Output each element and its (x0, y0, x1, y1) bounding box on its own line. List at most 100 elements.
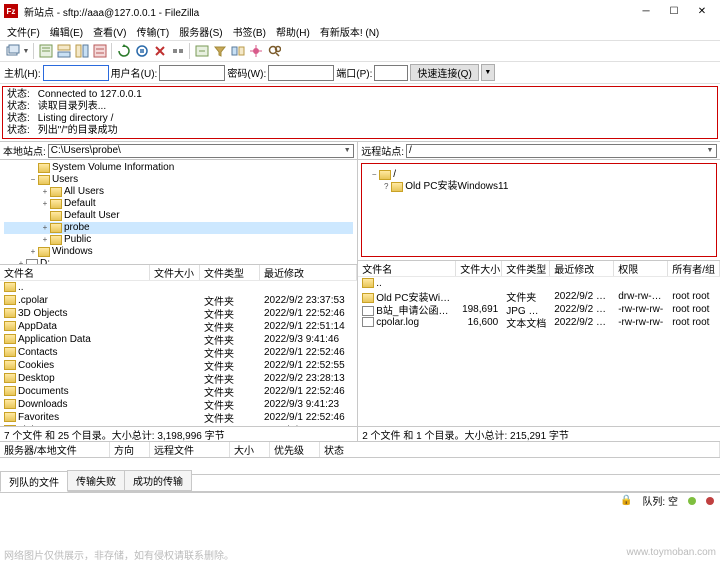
tree-node[interactable]: +Windows (4, 246, 353, 258)
menu-help[interactable]: 帮助(H) (273, 23, 313, 40)
port-label: 端口(P): (336, 65, 372, 80)
local-list[interactable]: ...cpolar文件夹2022/9/2 23:37:533D Objects文… (0, 281, 357, 426)
col-size[interactable]: 文件大小 (456, 261, 502, 276)
qcol-server[interactable]: 服务器/本地文件 (0, 442, 110, 457)
local-list-header: 文件名 文件大小 文件类型 最近修改 (0, 264, 357, 281)
col-type[interactable]: 文件类型 (502, 261, 550, 276)
local-path-combo[interactable]: C:\Users\probe\▼ (48, 144, 354, 158)
toggle-remotetree-icon[interactable] (73, 43, 90, 60)
col-name[interactable]: 文件名 (0, 265, 150, 280)
list-item[interactable]: AppData文件夹2022/9/1 22:51:14 (0, 320, 357, 333)
local-tree[interactable]: System Volume Information−Users+All User… (0, 160, 357, 264)
user-input[interactable] (159, 65, 225, 81)
menu-bookmarks[interactable]: 书签(B) (230, 23, 269, 40)
quickconnect-button[interactable]: 快速连接(Q) (410, 64, 478, 81)
tree-node[interactable]: ?Old PC安装Windows11 (369, 181, 709, 193)
app-logo-icon: Fz (4, 4, 18, 18)
col-mtime[interactable]: 最近修改 (260, 265, 357, 280)
log-line: 读取目录列表... (38, 101, 106, 112)
qcol-prio[interactable]: 优先级 (270, 442, 320, 457)
toggle-localtree-icon[interactable] (55, 43, 72, 60)
queue-footer: 队列: 空 (642, 493, 678, 508)
tab-failed[interactable]: 传输失败 (67, 470, 125, 491)
qcol-size[interactable]: 大小 (230, 442, 270, 457)
search-icon[interactable] (265, 43, 282, 60)
host-input[interactable] (43, 65, 109, 81)
remote-tree[interactable]: −/?Old PC安装Windows11 (365, 167, 713, 195)
list-item[interactable]: 3D Objects文件夹2022/9/1 22:52:46 (0, 307, 357, 320)
chevron-down-icon[interactable]: ▼ (704, 147, 716, 154)
refresh-icon[interactable] (115, 43, 132, 60)
filter-icon[interactable] (211, 43, 228, 60)
tree-node[interactable]: System Volume Information (4, 162, 353, 174)
toggle-queue-icon[interactable] (91, 43, 108, 60)
list-item[interactable]: Contacts文件夹2022/9/1 22:52:46 (0, 346, 357, 359)
panes: 本地站点: C:\Users\probe\▼ System Volume Inf… (0, 141, 720, 441)
list-item[interactable]: Downloads文件夹2022/9/3 9:41:23 (0, 398, 357, 411)
remote-status: 2 个文件 和 1 个目录。大小总计: 215,291 字节 (358, 426, 720, 441)
port-input[interactable] (374, 65, 408, 81)
chevron-down-icon[interactable]: ▼ (341, 147, 353, 154)
menu-view[interactable]: 查看(V) (90, 23, 129, 40)
menu-transfer[interactable]: 传输(T) (133, 23, 172, 40)
tree-node[interactable]: −Users (4, 174, 353, 186)
host-label: 主机(H): (4, 65, 41, 80)
cancel-icon[interactable] (151, 43, 168, 60)
quickconnect-dropdown[interactable]: ▼ (481, 64, 495, 81)
tree-node[interactable]: −/ (369, 169, 709, 181)
message-log[interactable]: 状态: Connected to 127.0.0.1 状态: 读取目录列表...… (2, 86, 718, 139)
reconnect-icon[interactable] (193, 43, 210, 60)
qcol-status[interactable]: 状态 (320, 442, 720, 457)
sitemanager-icon[interactable] (4, 43, 21, 60)
remote-list[interactable]: ..Old PC安装Windows...文件夹2022/9/2 23:...dr… (358, 277, 720, 426)
list-item[interactable]: Documents文件夹2022/9/1 22:52:46 (0, 385, 357, 398)
tree-node[interactable]: +All Users (4, 186, 353, 198)
sitemanager-dropdown-icon[interactable]: ▼ (22, 43, 30, 60)
log-prefix: 状态: (7, 125, 35, 137)
close-button[interactable]: ✕ (688, 2, 716, 20)
menu-file[interactable]: 文件(F) (4, 23, 43, 40)
remote-path-combo[interactable]: /▼ (406, 144, 717, 158)
toggle-log-icon[interactable] (37, 43, 54, 60)
sync-icon[interactable] (247, 43, 264, 60)
log-line: 列出"/"的目录成功 (38, 125, 118, 136)
processqueue-icon[interactable] (133, 43, 150, 60)
qcol-remote[interactable]: 远程文件 (150, 442, 230, 457)
tab-success[interactable]: 成功的传输 (124, 470, 192, 491)
tree-node[interactable]: +probe (4, 222, 353, 234)
log-prefix: 状态: (7, 113, 35, 125)
menu-server[interactable]: 服务器(S) (176, 23, 225, 40)
maximize-button[interactable]: ☐ (660, 2, 688, 20)
list-item[interactable]: Desktop文件夹2022/9/2 23:28:13 (0, 372, 357, 385)
remote-pane: 远程站点: /▼ −/?Old PC安装Windows11 文件名 文件大小 文… (358, 142, 720, 441)
col-name[interactable]: 文件名 (358, 261, 456, 276)
compare-icon[interactable] (229, 43, 246, 60)
remote-path-label: 远程站点: (361, 143, 404, 158)
tab-queued[interactable]: 列队的文件 (0, 471, 68, 492)
col-size[interactable]: 文件大小 (150, 265, 200, 280)
col-type[interactable]: 文件类型 (200, 265, 260, 280)
list-item[interactable]: cpolar.log16,600文本文档2022/9/2 22:...-rw-r… (358, 316, 720, 329)
qcol-dir[interactable]: 方向 (110, 442, 150, 457)
minimize-button[interactable]: ─ (632, 2, 660, 20)
list-item[interactable]: Favorites文件夹2022/9/1 22:52:46 (0, 411, 357, 424)
col-owner[interactable]: 所有者/组 (668, 261, 720, 276)
tree-node[interactable]: +Public (4, 234, 353, 246)
col-mtime[interactable]: 最近修改 (550, 261, 614, 276)
list-item[interactable]: Application Data文件夹2022/9/3 9:41:46 (0, 333, 357, 346)
tree-node[interactable]: +Default (4, 198, 353, 210)
list-item[interactable]: .. (0, 281, 357, 294)
pass-input[interactable] (268, 65, 334, 81)
list-item[interactable]: Cookies文件夹2022/9/1 22:52:55 (0, 359, 357, 372)
menu-newversion[interactable]: 有新版本! (N) (317, 23, 382, 40)
disconnect-icon[interactable] (169, 43, 186, 60)
tree-node[interactable]: Default User (4, 210, 353, 222)
status-dot-1 (688, 497, 696, 505)
lock-icon: 🔒 (620, 495, 632, 506)
local-status: 7 个文件 和 25 个目录。大小总计: 3,198,996 字节 (0, 426, 357, 441)
log-line: Listing directory / (38, 113, 114, 124)
col-perm[interactable]: 权限 (614, 261, 668, 276)
menu-edit[interactable]: 编辑(E) (47, 23, 86, 40)
user-label: 用户名(U): (111, 65, 158, 80)
list-item[interactable]: .cpolar文件夹2022/9/2 23:37:53 (0, 294, 357, 307)
